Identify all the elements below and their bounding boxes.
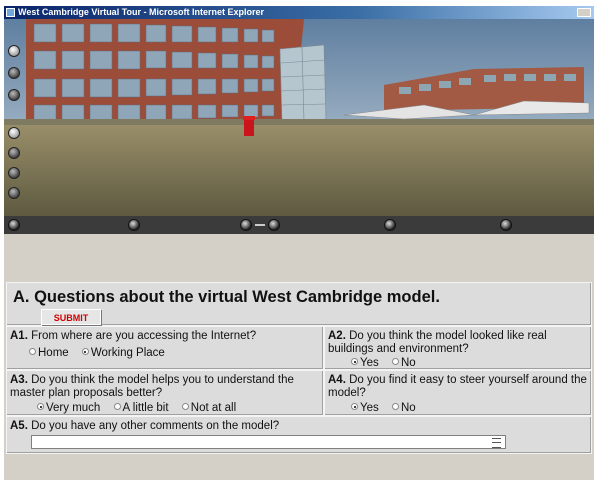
question-a5: A5. Do you have any other comments on th… (6, 416, 592, 454)
section-header-panel: A. Questions about the virtual West Camb… (6, 282, 592, 326)
view-button-7[interactable] (8, 187, 20, 199)
nav-control-1[interactable] (8, 219, 20, 231)
ie-icon (6, 8, 15, 17)
a2-options: Yes No (351, 357, 426, 369)
view-button-6[interactable] (8, 167, 20, 179)
a4-option-no[interactable]: No (391, 402, 416, 414)
a1-option-home[interactable]: Home (29, 347, 69, 359)
question-number: A4. (328, 374, 346, 386)
radio-button[interactable] (29, 348, 36, 356)
a1-options: Home Working Place (29, 347, 175, 359)
question-text: From where are you accessing the Interne… (31, 330, 257, 342)
title-bar: West Cambridge Virtual Tour - Microsoft … (4, 6, 594, 19)
question-a1: A1. From where are you accessing the Int… (6, 326, 324, 370)
view-button-3[interactable] (8, 89, 20, 101)
resize-handle-icon[interactable] (492, 438, 501, 448)
question-text: Do you have any other comments on the mo… (31, 420, 280, 432)
nav-control-4[interactable] (268, 219, 280, 231)
nav-control-6[interactable] (500, 219, 512, 231)
radio-button[interactable] (391, 403, 399, 411)
question-number: A3. (10, 374, 28, 386)
a3-option-not-at-all[interactable]: Not at all (181, 402, 236, 414)
3d-scene (4, 19, 594, 216)
slider-dash (255, 224, 265, 226)
question-number: A1. (10, 330, 28, 342)
radio-button[interactable] (113, 403, 121, 411)
window-title: West Cambridge Virtual Tour - Microsoft … (18, 7, 265, 17)
a4-option-yes[interactable]: Yes (351, 402, 379, 414)
a3-option-a-little-bit[interactable]: A little bit (113, 402, 169, 414)
view-button-2[interactable] (8, 67, 20, 79)
nav-control-5[interactable] (384, 219, 396, 231)
a1-option-working-place[interactable]: Working Place (81, 347, 165, 359)
question-a4: A4. Do you find it easy to steer yoursel… (324, 370, 592, 416)
nav-control-3[interactable] (240, 219, 252, 231)
a2-option-yes[interactable]: Yes (351, 357, 379, 369)
a2-option-no[interactable]: No (391, 357, 416, 369)
radio-button-selected[interactable] (37, 403, 44, 411)
question-text: Do you find it easy to steer yourself ar… (328, 374, 587, 399)
a3-options: Very much A little bit Not at all (37, 402, 246, 414)
browser-window: West Cambridge Virtual Tour - Microsoft … (4, 6, 594, 480)
view-button-4[interactable] (8, 127, 20, 139)
radio-button[interactable] (391, 358, 399, 366)
question-a2: A2. Do you think the model looked like r… (324, 326, 592, 370)
a4-options: Yes No (351, 402, 426, 414)
question-number: A2. (328, 330, 346, 342)
question-text: Do you think the model looked like real … (328, 330, 547, 355)
question-text: Do you think the model helps you to unde… (10, 374, 294, 399)
question-number: A5. (10, 420, 28, 432)
comments-input[interactable] (31, 435, 506, 449)
questionnaire-form: A. Questions about the virtual West Camb… (4, 234, 594, 480)
vrml-viewport[interactable] (4, 19, 594, 216)
radio-button-selected[interactable] (81, 348, 89, 356)
view-button-5[interactable] (8, 147, 20, 159)
question-a3: A3. Do you think the model helps you to … (6, 370, 324, 416)
nav-control-2[interactable] (128, 219, 140, 231)
submit-button[interactable]: SUBMIT (41, 309, 101, 325)
radio-button-selected[interactable] (351, 403, 358, 411)
a3-option-very-much[interactable]: Very much (37, 402, 100, 414)
view-button-1[interactable] (8, 45, 20, 57)
section-heading: A. Questions about the virtual West Camb… (13, 288, 440, 306)
radio-button-selected[interactable] (351, 358, 358, 366)
window-controls[interactable] (577, 8, 591, 17)
navigation-control-bar (4, 216, 594, 234)
radio-button[interactable] (181, 403, 189, 411)
